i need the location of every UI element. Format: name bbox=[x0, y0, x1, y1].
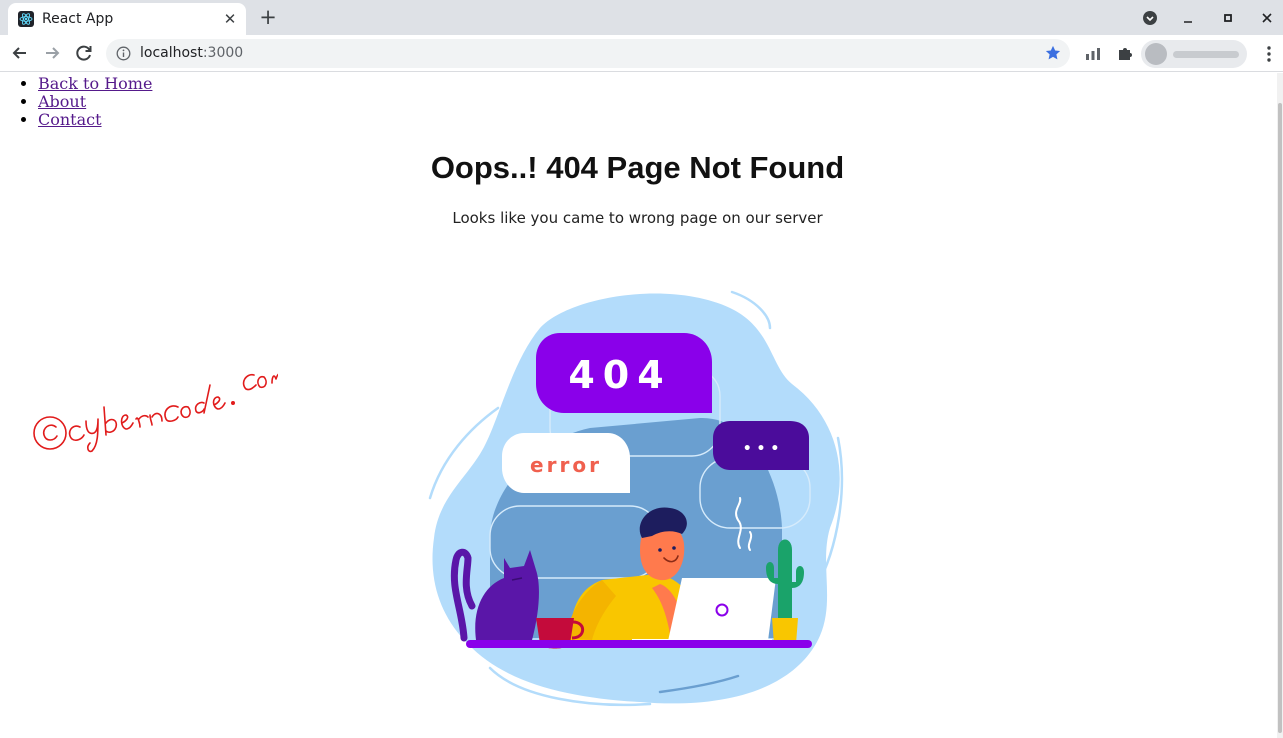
react-favicon-icon bbox=[18, 11, 34, 27]
bubble-dots-text: • • • bbox=[743, 441, 780, 457]
bookmark-star-icon[interactable] bbox=[1044, 44, 1062, 62]
page-nav: Back to Home About Contact bbox=[0, 75, 152, 129]
reload-icon[interactable] bbox=[71, 40, 97, 66]
extensions-puzzle-icon[interactable] bbox=[1115, 44, 1135, 64]
profile-name-blurred bbox=[1173, 51, 1239, 58]
tab-title: React App bbox=[42, 11, 114, 27]
forward-arrow-icon[interactable] bbox=[39, 40, 65, 66]
nav-item-contact: Contact bbox=[38, 111, 152, 129]
url-port: :3000 bbox=[202, 45, 244, 61]
browser-tab-strip: React App ✕ + bbox=[0, 0, 1283, 35]
back-to-home-link[interactable]: Back to Home bbox=[38, 74, 152, 93]
kebab-menu-icon[interactable] bbox=[1261, 44, 1277, 64]
about-link[interactable]: About bbox=[38, 92, 86, 111]
bubble-error-text: error bbox=[530, 453, 602, 477]
contact-link[interactable]: Contact bbox=[38, 110, 102, 129]
page-scrollbar[interactable] bbox=[1277, 73, 1283, 738]
avatar bbox=[1145, 43, 1167, 65]
tab-close-icon[interactable]: ✕ bbox=[220, 9, 240, 29]
404-illustration: 404 error • • • bbox=[428, 290, 844, 707]
bubble-404-text: 404 bbox=[568, 353, 671, 397]
profile-button[interactable] bbox=[1141, 40, 1247, 68]
window-close-icon[interactable] bbox=[1256, 7, 1278, 29]
minimize-icon[interactable] bbox=[1177, 7, 1199, 29]
back-arrow-icon[interactable] bbox=[7, 40, 33, 66]
page-viewport: Back to Home About Contact Oops..! 404 P… bbox=[0, 73, 1283, 738]
maximize-icon[interactable] bbox=[1217, 7, 1239, 29]
page-title: Oops..! 404 Page Not Found bbox=[430, 150, 845, 185]
url-text[interactable]: localhost:3000 bbox=[140, 45, 243, 61]
desk-bar bbox=[466, 640, 812, 648]
cybercode-watermark bbox=[33, 373, 278, 453]
page-subtitle: Looks like you came to wrong page on our… bbox=[452, 209, 823, 227]
site-info-icon[interactable] bbox=[116, 46, 131, 61]
scrollbar-thumb[interactable] bbox=[1278, 103, 1282, 733]
nav-item-about: About bbox=[38, 93, 152, 111]
nav-item-home: Back to Home bbox=[38, 75, 152, 93]
browser-toolbar: localhost:3000 bbox=[0, 35, 1283, 72]
new-tab-button[interactable]: + bbox=[256, 6, 280, 30]
metrics-extension-icon[interactable] bbox=[1083, 44, 1103, 64]
tab-search-icon[interactable] bbox=[1139, 7, 1161, 29]
browser-tab[interactable]: React App ✕ bbox=[8, 3, 246, 35]
url-host: localhost bbox=[140, 45, 203, 61]
address-bar[interactable]: localhost:3000 bbox=[106, 39, 1070, 68]
